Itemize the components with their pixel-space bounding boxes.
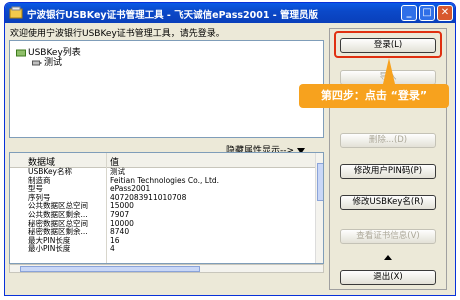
- maximize-button[interactable]: □: [419, 5, 435, 21]
- exit-button[interactable]: 退出(X): [340, 270, 436, 285]
- horizontal-scrollbar[interactable]: [9, 264, 324, 273]
- view-cert-info-button[interactable]: 查看证书信息(V): [340, 229, 436, 244]
- usbkey-list-icon: [16, 49, 26, 56]
- title-bar[interactable]: 宁波银行USBKey证书管理工具 - 飞天诚信ePass2001 - 管理员版 …: [5, 3, 455, 23]
- step-callout: 第四步：点击 “登录”: [299, 84, 449, 108]
- horizontal-scroll-thumb[interactable]: [20, 266, 200, 272]
- callout-pointer: [383, 58, 395, 84]
- delete-button[interactable]: 删除...(D): [340, 133, 436, 148]
- field-value-cell: 4: [110, 244, 115, 254]
- grid-header: 数据域 值: [10, 153, 315, 168]
- field-name-cell: 最小PIN长度: [28, 244, 71, 254]
- window-title: 宁波银行USBKey证书管理工具 - 飞天诚信ePass2001 - 管理员版: [27, 10, 319, 21]
- login-highlight-frame: [334, 31, 442, 58]
- grid-body: USBKey名称 测试 制造商 Feitian Technologies Co., L…: [10, 167, 315, 254]
- chevron-up-icon: [384, 255, 392, 260]
- vertical-scrollbar[interactable]: [315, 153, 323, 263]
- change-pin-button[interactable]: 修改用户PIN码(P): [340, 164, 436, 179]
- welcome-message: 欢迎使用宁波银行USBKey证书管理工具，请先登录。: [10, 29, 225, 39]
- tree-child-label: 测试: [44, 58, 63, 68]
- rename-usbkey-button[interactable]: 修改USBKey名(R): [340, 195, 436, 210]
- attribute-grid[interactable]: 数据域 值 USBKey名称 测试 制造商 Feitian Technologies …: [9, 152, 324, 264]
- close-button[interactable]: ✕: [437, 5, 453, 21]
- vertical-scroll-thumb[interactable]: [317, 163, 323, 201]
- usbkey-icon: [32, 60, 42, 65]
- panel-collapse-toggle[interactable]: [340, 255, 436, 261]
- table-row[interactable]: 制造商 Feitian Technologies Co., Ltd.: [10, 176, 315, 186]
- usbkey-tree[interactable]: USBKey列表 测试: [9, 40, 324, 138]
- tree-child-usbkey[interactable]: 测试: [32, 55, 62, 68]
- app-icon: [9, 6, 23, 19]
- minimize-button[interactable]: _: [401, 5, 417, 21]
- table-row[interactable]: 最小PIN长度 4: [10, 245, 315, 254]
